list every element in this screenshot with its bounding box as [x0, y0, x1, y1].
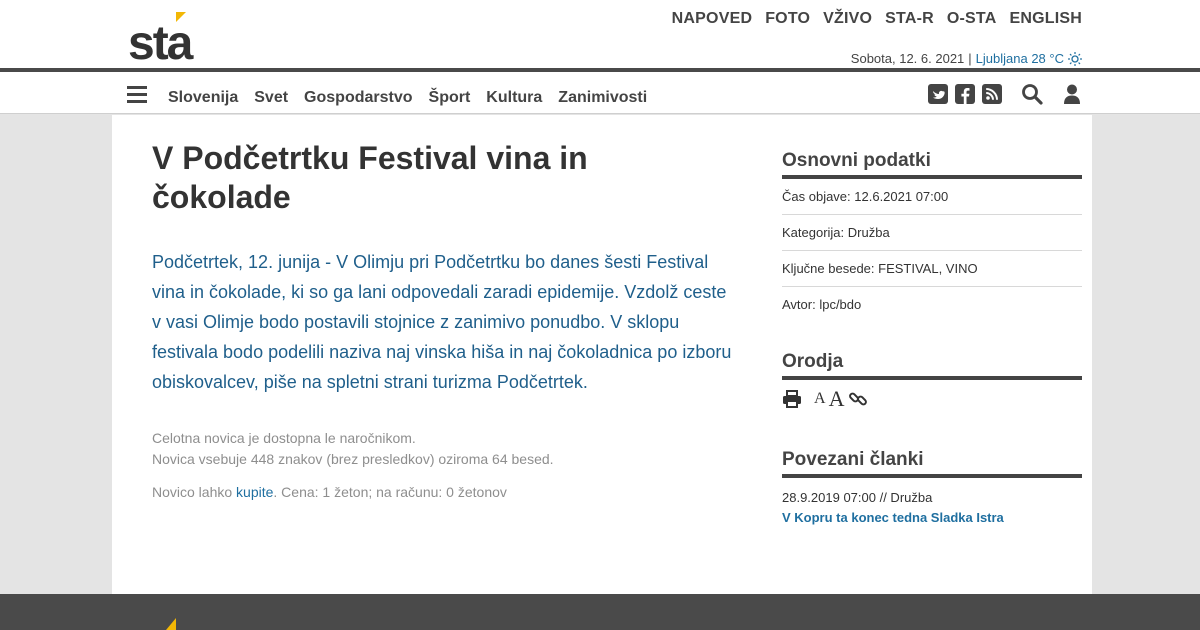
topnav-foto[interactable]: FOTO — [765, 10, 810, 28]
related-item-link[interactable]: V Kopru ta konec tedna Sladka Istra — [782, 510, 1082, 525]
subscriber-notice-line1: Celotna novica je dostopna le naročnikom… — [152, 430, 416, 446]
topnav-vzivo[interactable]: VŽIVO — [823, 10, 872, 28]
author: Avtor: lpc/bdo — [782, 297, 862, 312]
publish-time: Čas objave: 12.6.2021 07:00 — [782, 179, 1082, 215]
link-icon[interactable] — [848, 389, 868, 409]
related-articles-panel: Povezani članki 28.9.2019 07:00 // Družb… — [782, 448, 1082, 525]
site-footer — [0, 594, 1200, 630]
nav-item-svet[interactable]: Svet — [254, 89, 288, 107]
nav-item-kultura[interactable]: Kultura — [486, 89, 542, 107]
svg-text:sta: sta — [128, 17, 194, 62]
buy-prefix: Novico lahko — [152, 484, 233, 500]
facebook-icon[interactable] — [954, 83, 976, 105]
font-smaller-icon[interactable]: A — [814, 391, 826, 407]
site-header: sta NAPOVED FOTO VŽIVO STA-R O-STA ENGLI… — [0, 0, 1200, 70]
weather-link[interactable]: Ljubljana 28 °C — [976, 51, 1064, 66]
related-heading: Povezani članki — [782, 448, 1082, 478]
dateline-separator: | — [968, 51, 972, 66]
keywords: Ključne besede: FESTIVAL, VINO — [782, 251, 1082, 287]
user-icon[interactable] — [1061, 83, 1083, 105]
basic-info-heading: Osnovni podatki — [782, 149, 1082, 179]
tools-heading: Orodja — [782, 350, 1082, 380]
subscriber-notice-line2: Novica vsebuje 448 znakov (brez presledk… — [152, 451, 554, 467]
rss-icon[interactable] — [981, 83, 1003, 105]
tools-panel: Orodja A A — [782, 350, 1082, 410]
nav-item-zanimivosti[interactable]: Zanimivosti — [558, 89, 647, 107]
sta-logo[interactable]: sta — [128, 10, 218, 70]
twitter-icon[interactable] — [927, 83, 949, 105]
article-container: V Podčetrtku Festival vina in čokolade P… — [112, 115, 1092, 594]
topnav-sta-r[interactable]: STA-R — [885, 10, 934, 28]
dateline: Sobota, 12. 6. 2021 | Ljubljana 28 °C — [851, 51, 1082, 66]
buy-price: . Cena: 1 žeton; na računu: 0 žetonov — [273, 484, 507, 500]
buy-line: Novico lahko kupite. Cena: 1 žeton; na r… — [152, 484, 507, 500]
topnav-english[interactable]: ENGLISH — [1009, 10, 1082, 28]
search-icon[interactable] — [1021, 83, 1043, 105]
buy-link[interactable]: kupite — [236, 484, 273, 500]
category: Kategorija: Družba — [782, 215, 1082, 251]
basic-info-panel: Osnovni podatki Čas objave: 12.6.2021 07… — [782, 149, 1082, 323]
topnav-napoved[interactable]: NAPOVED — [672, 10, 753, 28]
sun-icon — [1068, 51, 1082, 66]
topnav-o-sta[interactable]: O-STA — [947, 10, 997, 28]
main-navigation: Slovenija Svet Gospodarstvo Šport Kultur… — [0, 72, 1200, 114]
top-navigation: NAPOVED FOTO VŽIVO STA-R O-STA ENGLISH — [672, 10, 1082, 28]
subscriber-notice: Celotna novica je dostopna le naročnikom… — [152, 428, 554, 470]
footer-logo-mark — [166, 618, 176, 630]
article-lead: Podčetrtek, 12. junija - V Olimju pri Po… — [152, 252, 732, 392]
related-item-meta: 28.9.2019 07:00 // Družba — [782, 490, 933, 505]
nav-item-slovenija[interactable]: Slovenija — [168, 89, 238, 107]
current-date: Sobota, 12. 6. 2021 — [850, 51, 965, 66]
font-larger-icon[interactable]: A — [829, 388, 845, 410]
nav-item-sport[interactable]: Šport — [429, 89, 471, 107]
menu-icon[interactable] — [127, 86, 147, 103]
print-icon[interactable] — [782, 390, 802, 408]
nav-item-gospodarstvo[interactable]: Gospodarstvo — [304, 89, 412, 107]
article-title: V Podčetrtku Festival vina in čokolade — [152, 140, 588, 215]
